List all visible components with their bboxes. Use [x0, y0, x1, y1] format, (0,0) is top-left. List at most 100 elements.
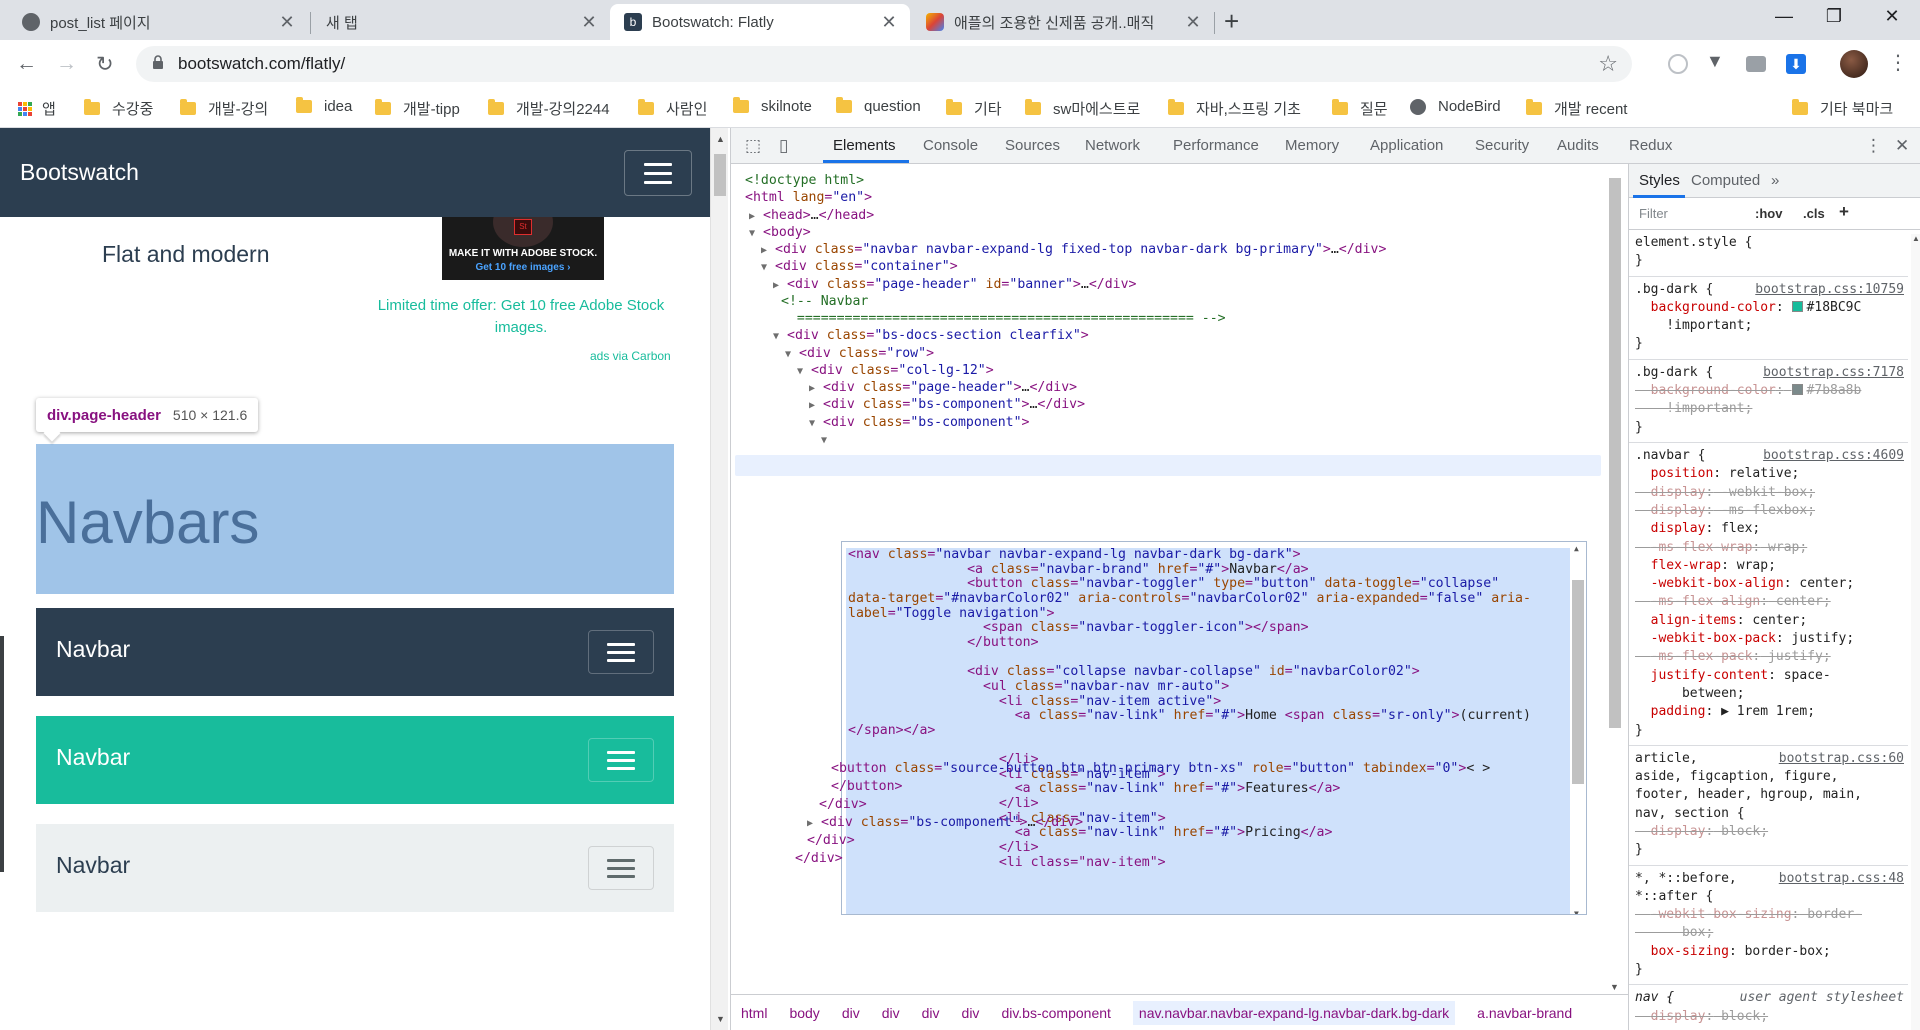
close-tab-icon[interactable]: ✕ [278, 12, 296, 33]
bookmark-star-icon[interactable]: ☆ [1598, 51, 1618, 77]
breadcrumb-item[interactable]: html [741, 1005, 767, 1021]
download-icon[interactable]: ⬇ [1786, 54, 1806, 74]
menu-kebab-icon[interactable]: ⋮ [1888, 50, 1908, 74]
tab-bootswatch[interactable]: b Bootswatch: Flatly ✕ [610, 4, 910, 40]
close-tab-icon[interactable]: ✕ [880, 12, 898, 33]
style-rule[interactable]: user agent stylesheet nav { display: bloc… [1629, 985, 1908, 1030]
tab-new-tab[interactable]: 새 탭 ✕ [312, 4, 610, 40]
styles-filter-input[interactable]: Filter [1639, 206, 1668, 221]
bookmark-folder[interactable]: 개발-강의 [180, 98, 268, 119]
close-window-button[interactable]: ✕ [1872, 6, 1912, 27]
ad-text-link[interactable]: Limited time offer: Get 10 free Adobe St… [376, 295, 666, 339]
navbar-toggler-button[interactable] [588, 630, 654, 674]
new-rule-icon[interactable]: + [1839, 202, 1849, 222]
tab-post-list[interactable]: post_list 페이지 ✕ [8, 4, 308, 40]
tab-sources[interactable]: Sources [1005, 137, 1060, 154]
bookmark-folder[interactable]: 개발 recent [1526, 98, 1627, 119]
rule-source-link[interactable]: user agent stylesheet [1740, 989, 1904, 1007]
rule-source-link[interactable]: bootstrap.css:48 [1779, 870, 1904, 888]
rule-source-link[interactable]: bootstrap.css:4609 [1763, 447, 1904, 465]
bookmark-folder[interactable]: 수강중 [84, 98, 153, 119]
elements-scrollbar[interactable]: ▼ [1607, 164, 1623, 994]
breadcrumb-item[interactable]: div.bs-component [1001, 1005, 1110, 1021]
bookmark-folder[interactable]: 사람인 [638, 98, 707, 119]
vue-devtools-icon[interactable]: ▼ [1706, 51, 1726, 71]
rule-source-link[interactable]: bootstrap.css:60 [1779, 750, 1904, 768]
style-rule[interactable]: bootstrap.css:48 *, *::before, *::after { … [1629, 866, 1908, 986]
dom-node-line[interactable]: </div> [795, 848, 843, 869]
styles-scrollbar[interactable]: ▲ [1911, 234, 1920, 1030]
close-devtools-icon[interactable]: ✕ [1895, 136, 1909, 156]
bookmark-folder[interactable]: 개발-강의2244 [488, 98, 610, 119]
tab-computed[interactable]: Computed [1691, 172, 1760, 189]
back-icon[interactable]: ← [16, 52, 37, 76]
bookmark-folder[interactable]: sw마에스트로 [1025, 98, 1140, 119]
dom-node-line[interactable]: ▼ [821, 429, 835, 450]
inspect-element-icon[interactable]: ⬚ [745, 136, 761, 156]
style-rule[interactable]: element.style {} [1629, 230, 1908, 277]
forward-icon[interactable]: → [56, 52, 77, 76]
navbar-toggler-button[interactable] [588, 846, 654, 890]
devtools-menu-icon[interactable]: ⋮ [1865, 136, 1882, 156]
tab-console[interactable]: Console [923, 137, 978, 154]
bookmark-apps[interactable]: 앱 [18, 98, 56, 119]
ad-image[interactable]: St MAKE IT WITH ADOBE STOCK. Get 10 free… [442, 217, 604, 280]
tab-network[interactable]: Network [1085, 137, 1140, 154]
page-scrollbar[interactable]: ▲ ▼ [710, 128, 728, 1030]
breadcrumb-item[interactable]: div [842, 1005, 860, 1021]
hover-state-toggle[interactable]: :hov [1755, 206, 1782, 221]
tab-memory[interactable]: Memory [1285, 137, 1339, 154]
tab-apple-news[interactable]: 애플의 조용한 신제품 공개..매직 ✕ [912, 4, 1214, 40]
navbar-brand[interactable]: Navbar [56, 636, 130, 663]
page-scrollbar-thumb[interactable] [714, 154, 726, 196]
ads-via-carbon-link[interactable]: ads via Carbon [590, 349, 671, 363]
rule-source-link[interactable]: bootstrap.css:7178 [1763, 364, 1904, 382]
camera-icon[interactable] [1746, 56, 1766, 72]
avatar[interactable] [1840, 50, 1868, 78]
address-bar[interactable]: bootswatch.com/flatly/ ☆ [136, 46, 1632, 82]
tab-performance[interactable]: Performance [1173, 137, 1259, 154]
maximize-button[interactable]: ❐ [1814, 6, 1854, 27]
edit-as-html-editor[interactable]: <nav class="navbar navbar-expand-lg navb… [841, 541, 1587, 915]
style-rule[interactable]: bootstrap.css:10759 .bg-dark { background… [1629, 277, 1908, 360]
dom-node-line[interactable]: ▼ <div class="bs-component"> [809, 412, 1029, 433]
editor-scrollbar[interactable]: ▲ ▼ [1572, 544, 1584, 914]
navbar-brand[interactable]: Navbar [56, 852, 130, 879]
bookmark-folder[interactable]: idea [296, 97, 352, 115]
tab-elements[interactable]: Elements [833, 137, 896, 154]
extension-icon[interactable] [1668, 54, 1688, 74]
navbar-toggler-button[interactable] [624, 150, 692, 196]
bookmark-folder[interactable]: 자바,스프링 기초 [1168, 98, 1301, 119]
class-toggle[interactable]: .cls [1803, 206, 1825, 221]
tab-redux[interactable]: Redux [1629, 137, 1672, 154]
tab-audits[interactable]: Audits [1557, 137, 1599, 154]
color-swatch[interactable] [1791, 300, 1803, 312]
dom-node-line[interactable]: <button class="source-button btn btn-pri… [831, 758, 1490, 779]
bookmark-folder[interactable]: question [836, 97, 921, 115]
new-tab-button[interactable]: + [1224, 6, 1239, 37]
breadcrumb-item[interactable]: a.navbar-brand [1477, 1005, 1572, 1021]
navbar-brand[interactable]: Navbar [56, 744, 130, 771]
bookmark-other[interactable]: 기타 북마크 [1792, 98, 1893, 119]
device-toolbar-icon[interactable]: ▯ [779, 136, 788, 156]
tab-security[interactable]: Security [1475, 137, 1529, 154]
bookmark-folder[interactable]: 개발-tipp [375, 98, 460, 119]
bookmark-folder[interactable]: skilnote [733, 97, 812, 115]
close-tab-icon[interactable]: ✕ [580, 12, 598, 33]
bookmark-folder[interactable]: 기타 [946, 98, 1002, 119]
style-rule[interactable]: bootstrap.css:7178 .bg-dark { background-… [1629, 360, 1908, 443]
site-brand[interactable]: Bootswatch [20, 159, 139, 186]
navbar-toggler-button[interactable] [588, 738, 654, 782]
tab-application[interactable]: Application [1370, 137, 1443, 154]
breadcrumb-item-selected[interactable]: nav.navbar.navbar-expand-lg.navbar-dark.… [1132, 1000, 1456, 1025]
style-rule[interactable]: bootstrap.css:60 article, aside, figcaptio… [1629, 746, 1908, 866]
color-swatch[interactable] [1791, 384, 1803, 396]
breadcrumb-item[interactable]: div [922, 1005, 940, 1021]
breadcrumb-item[interactable]: div [962, 1005, 980, 1021]
tab-styles[interactable]: Styles [1639, 172, 1680, 189]
minimize-button[interactable]: — [1764, 6, 1804, 27]
breadcrumb-item[interactable]: body [789, 1005, 819, 1021]
reload-icon[interactable]: ↻ [96, 52, 114, 77]
close-tab-icon[interactable]: ✕ [1184, 12, 1202, 33]
bookmark-folder[interactable]: 질문 [1332, 98, 1388, 119]
